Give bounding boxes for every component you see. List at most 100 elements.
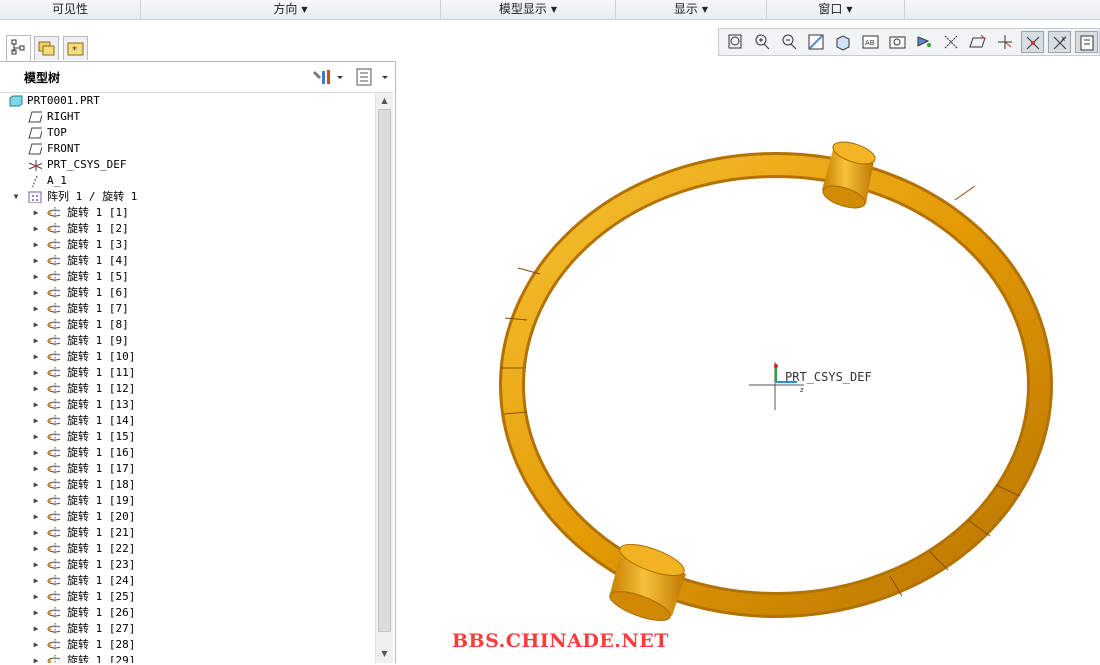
- expand-arrow-icon[interactable]: ▶: [31, 253, 41, 269]
- expand-arrow-icon[interactable]: ▶: [31, 365, 41, 381]
- revolve-icon: [47, 271, 60, 283]
- expand-arrow-icon[interactable]: ▶: [31, 589, 41, 605]
- datum-axes-icon: [944, 35, 958, 49]
- svg-text:X: X: [1061, 36, 1065, 43]
- revolve-icon: [47, 303, 60, 315]
- expand-arrow-icon[interactable]: ▶: [31, 573, 41, 589]
- revolve-icon: [47, 351, 60, 363]
- tree-filters-button[interactable]: [355, 67, 388, 87]
- expand-arrow-icon[interactable]: ▶: [31, 509, 41, 525]
- expand-arrow-icon[interactable]: ▶: [31, 461, 41, 477]
- expand-arrow-icon[interactable]: ▶: [31, 637, 41, 653]
- list-icon: [356, 68, 388, 86]
- expand-arrow-icon[interactable]: ▶: [31, 317, 41, 333]
- datum-planes-icon: [969, 34, 986, 48]
- svg-text:AB: AB: [865, 39, 875, 47]
- expand-arrow-icon[interactable]: ▶: [31, 525, 41, 541]
- model-tree-icon: [11, 39, 25, 55]
- navigator-tabs: *: [0, 33, 100, 61]
- annotation-display-button[interactable]: AB: [859, 31, 882, 53]
- window-group[interactable]: 窗口 ▼: [767, 0, 905, 19]
- plane-tag-button[interactable]: X: [1048, 31, 1071, 53]
- display-style-button[interactable]: [832, 31, 855, 53]
- revolve-icon: [47, 255, 60, 267]
- revolve-icon: [47, 639, 60, 651]
- expand-arrow-icon[interactable]: ▶: [31, 237, 41, 253]
- expand-arrow-icon[interactable]: ▶: [31, 333, 41, 349]
- expand-arrow-icon[interactable]: ▶: [31, 221, 41, 237]
- expand-arrow-icon[interactable]: ▶: [31, 429, 41, 445]
- expand-arrow-icon[interactable]: ▶: [31, 445, 41, 461]
- datum-planes-button[interactable]: [967, 31, 990, 53]
- spin-center-button[interactable]: [913, 31, 936, 53]
- expand-arrow-icon[interactable]: ▶: [31, 397, 41, 413]
- refit-button[interactable]: [724, 31, 747, 53]
- revolve-icon: [47, 367, 60, 379]
- revolve-icon: [47, 415, 60, 427]
- revolve-icon: [47, 287, 60, 299]
- named-view-button[interactable]: [1075, 31, 1098, 53]
- zoom-in-button[interactable]: [751, 31, 774, 53]
- revolve-icon: [47, 223, 60, 235]
- revolve-icon: [47, 575, 60, 587]
- expand-arrow-icon[interactable]: ▶: [31, 605, 41, 621]
- revolve-icon: [47, 207, 60, 219]
- expand-arrow-icon[interactable]: ▶: [31, 349, 41, 365]
- graphics-toolbar: AB X: [718, 28, 1100, 56]
- scroll-down-arrow-icon[interactable]: ▼: [376, 646, 393, 662]
- display-style-icon: [836, 35, 850, 51]
- expand-arrow-icon[interactable]: ▶: [31, 477, 41, 493]
- collapse-arrow-icon[interactable]: ▼: [11, 189, 21, 205]
- expand-arrow-icon[interactable]: ▶: [31, 493, 41, 509]
- point-display-button[interactable]: [1021, 31, 1044, 53]
- expand-arrow-icon[interactable]: ▶: [31, 301, 41, 317]
- svg-text:*: *: [72, 45, 77, 56]
- model-tree-tab[interactable]: [6, 35, 31, 61]
- collar-top[interactable]: [820, 138, 877, 213]
- revolve-icon: [47, 383, 60, 395]
- favorites-tab[interactable]: *: [63, 36, 88, 60]
- tree-scrollbar[interactable]: ▲ ▼: [375, 93, 393, 663]
- expand-arrow-icon[interactable]: ▶: [31, 269, 41, 285]
- revolve-icon: [47, 543, 60, 555]
- tree-settings-button[interactable]: [312, 67, 344, 87]
- revolve-icon: [47, 511, 60, 523]
- scrollbar-thumb[interactable]: [378, 109, 391, 632]
- point-display-icon: [1026, 36, 1040, 50]
- datum-axis-icon: [31, 175, 38, 187]
- revolve-icon: [47, 527, 60, 539]
- csys-label: PRT_CSYS_DEF: [785, 370, 872, 384]
- repaint-button[interactable]: [805, 31, 828, 53]
- expand-arrow-icon[interactable]: ▶: [31, 621, 41, 637]
- folder-icon: [38, 41, 55, 56]
- model-tree: PRT0001.PRT RIGHT TOP FRONT PRT_CSYS_DEF…: [0, 93, 375, 663]
- expand-arrow-icon[interactable]: ▶: [31, 541, 41, 557]
- zoom-out-icon: [782, 34, 797, 50]
- expand-arrow-icon[interactable]: ▶: [31, 381, 41, 397]
- zoom-out-button[interactable]: [778, 31, 801, 53]
- ribbon-group-bar: 可见性 方向 ▼ 模型显示 ▼ 显示 ▼ 窗口 ▼: [0, 0, 1100, 20]
- scroll-up-arrow-icon[interactable]: ▲: [376, 93, 393, 109]
- model-view[interactable]: PRT_CSYS_DEF z: [396, 62, 1100, 662]
- expand-arrow-icon[interactable]: ▶: [31, 285, 41, 301]
- chevron-down-icon: ▼: [301, 5, 308, 14]
- folder-browser-tab[interactable]: [34, 36, 59, 60]
- graphics-viewport[interactable]: PRT_CSYS_DEF z: [396, 62, 1100, 662]
- expand-arrow-icon[interactable]: ▶: [31, 413, 41, 429]
- repaint-icon: [808, 34, 824, 50]
- expand-arrow-icon[interactable]: ▶: [31, 205, 41, 221]
- orientation-group[interactable]: 方向 ▼: [141, 0, 441, 19]
- model-display-group[interactable]: 模型显示 ▼: [441, 0, 616, 19]
- datum-axes-button[interactable]: [940, 31, 963, 53]
- watermark: BBS.CHINADE.NET: [452, 630, 669, 652]
- chevron-down-icon: ▼: [846, 5, 853, 14]
- csys-display-icon: [998, 35, 1012, 49]
- visibility-group[interactable]: 可见性: [0, 0, 141, 19]
- revolve-icon: [47, 463, 60, 475]
- expand-arrow-icon[interactable]: ▶: [31, 557, 41, 573]
- show-group[interactable]: 显示 ▼: [616, 0, 767, 19]
- csys-display-button[interactable]: [994, 31, 1017, 53]
- annotation-display-icon: AB: [862, 35, 879, 49]
- saved-views-button[interactable]: [886, 31, 909, 53]
- revolve-icon: [47, 431, 60, 443]
